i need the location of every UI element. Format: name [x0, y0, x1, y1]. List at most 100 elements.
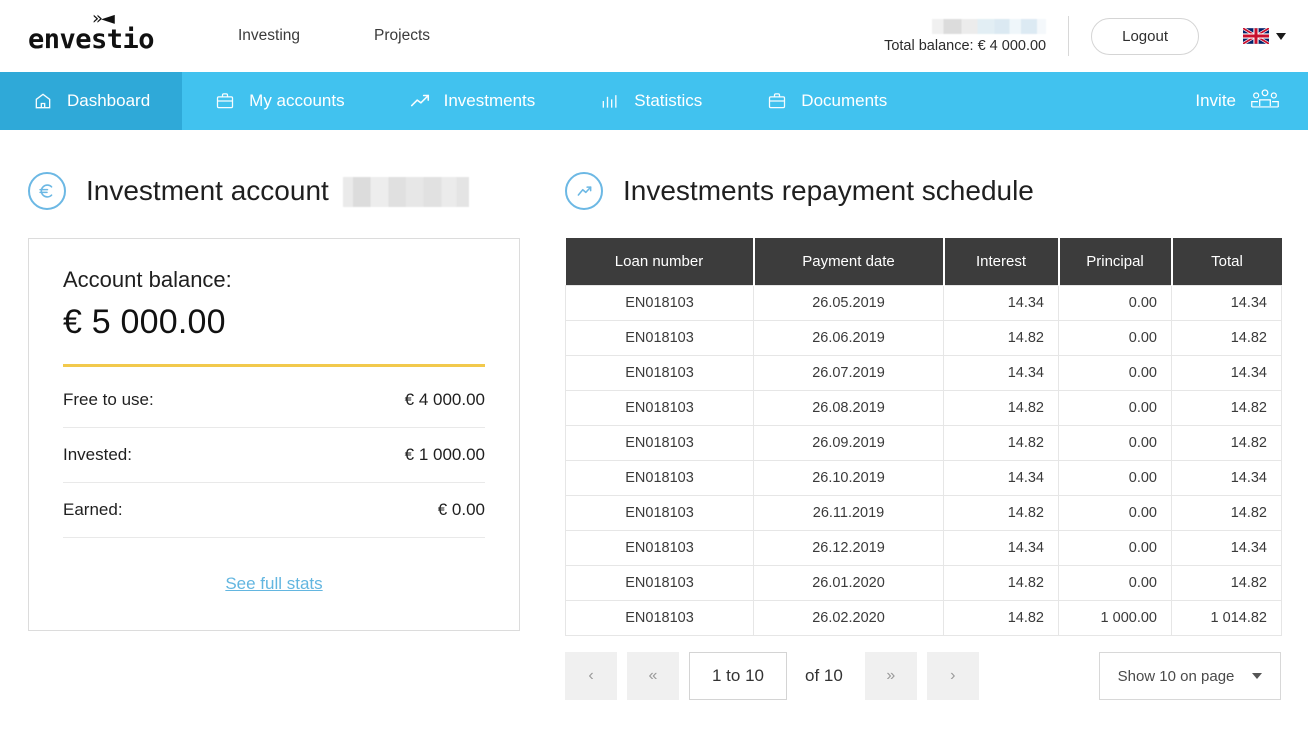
cell-total: 1 014.82 [1171, 600, 1282, 636]
investment-account-header: Investment account [28, 172, 565, 210]
table-body: EN018103 26.05.2019 14.34 0.00 14.34 EN0… [565, 285, 1282, 636]
cell-interest: 14.82 [943, 495, 1059, 531]
cell-total: 14.82 [1171, 425, 1282, 461]
nav-item-documents[interactable]: Documents [734, 72, 919, 130]
top-nav: Investing Projects [238, 27, 430, 45]
table-header: Loan number Payment date Interest Princi… [565, 238, 1282, 286]
account-row-invested: Invested: € 1 000.00 [63, 428, 485, 483]
brand-logo[interactable]: »◄ envestio [28, 8, 178, 64]
cell-loan-number: EN018103 [565, 285, 754, 321]
euro-circle-icon [28, 172, 66, 210]
portfolio-icon [766, 90, 788, 112]
repayment-schedule-column: Investments repayment schedule Loan numb… [565, 130, 1308, 700]
cell-loan-number: EN018103 [565, 390, 754, 426]
nav-item-my-accounts[interactable]: My accounts [182, 72, 376, 130]
account-balance-card: Account balance: € 5 000.00 Free to use:… [28, 238, 520, 631]
cell-loan-number: EN018103 [565, 565, 754, 601]
pagination-last-button[interactable]: » [864, 652, 917, 700]
table-row[interactable]: EN018103 26.07.2019 14.34 0.00 14.34 [565, 355, 1282, 391]
top-nav-item-investing[interactable]: Investing [238, 27, 300, 45]
home-icon [32, 90, 54, 112]
table-row[interactable]: EN018103 26.12.2019 14.34 0.00 14.34 [565, 530, 1282, 566]
cell-principal: 0.00 [1058, 285, 1172, 321]
pagination-first-button[interactable]: « [627, 652, 679, 700]
cell-total: 14.82 [1171, 320, 1282, 356]
top-header-right: Total balance: € 4 000.00 Logout [884, 0, 1308, 72]
cell-payment-date: 26.01.2020 [753, 565, 944, 601]
see-full-stats-link[interactable]: See full stats [225, 574, 322, 593]
total-balance-block: Total balance: € 4 000.00 [884, 10, 1060, 62]
schedule-title: Investments repayment schedule [623, 175, 1034, 206]
column-header-payment-date[interactable]: Payment date [753, 238, 945, 286]
page-title-text: Investment account [86, 174, 329, 206]
cell-principal: 0.00 [1058, 425, 1172, 461]
column-header-principal[interactable]: Principal [1058, 238, 1173, 286]
language-selector[interactable] [1243, 28, 1286, 44]
page-size-select[interactable]: Show 10 on page [1099, 652, 1281, 700]
nav-item-label: Investments [443, 91, 536, 110]
cell-interest: 14.82 [943, 390, 1059, 426]
chevron-down-icon [1276, 32, 1286, 40]
trending-circle-icon [565, 172, 603, 210]
cell-principal: 0.00 [1058, 565, 1172, 601]
row-label: Earned: [63, 500, 123, 519]
logout-button[interactable]: Logout [1091, 17, 1199, 55]
cell-loan-number: EN018103 [565, 530, 754, 566]
cell-interest: 14.82 [943, 600, 1059, 636]
nav-item-dashboard[interactable]: Dashboard [0, 72, 183, 130]
cell-loan-number: EN018103 [565, 355, 754, 391]
nav-item-investments[interactable]: Investments [377, 72, 568, 130]
cell-interest: 14.82 [943, 320, 1059, 356]
cell-loan-number: EN018103 [565, 460, 754, 496]
row-value: € 4 000.00 [404, 390, 485, 409]
cell-payment-date: 26.12.2019 [753, 530, 944, 566]
row-label: Free to use: [63, 390, 154, 409]
table-row[interactable]: EN018103 26.06.2019 14.82 0.00 14.82 [565, 320, 1282, 356]
table-row[interactable]: EN018103 26.09.2019 14.82 0.00 14.82 [565, 425, 1282, 461]
table-row[interactable]: EN018103 26.01.2020 14.82 0.00 14.82 [565, 565, 1282, 601]
table-row[interactable]: EN018103 26.10.2019 14.34 0.00 14.34 [565, 460, 1282, 496]
total-balance-text: Total balance: € 4 000.00 [884, 37, 1047, 54]
row-value: € 0.00 [437, 500, 485, 519]
cell-loan-number: EN018103 [565, 320, 754, 356]
row-value: € 1 000.00 [404, 445, 485, 464]
pagination-range[interactable]: 1 to 10 [689, 652, 787, 700]
main-nav-bar: Dashboard My accounts Investments Statis… [0, 72, 1308, 130]
cell-total: 14.34 [1171, 460, 1282, 496]
briefcase-icon [214, 90, 236, 112]
pagination-prev-button[interactable]: ‹ [565, 652, 617, 700]
top-nav-item-projects[interactable]: Projects [374, 27, 430, 45]
cell-principal: 0.00 [1058, 320, 1172, 356]
investment-account-column: Investment account Account balance: € 5 … [0, 130, 565, 700]
page-body: Investment account Account balance: € 5 … [0, 130, 1308, 700]
table-row[interactable]: EN018103 26.08.2019 14.82 0.00 14.82 [565, 390, 1282, 426]
cell-total: 14.34 [1171, 285, 1282, 321]
cell-payment-date: 26.09.2019 [753, 425, 944, 461]
header-divider [1068, 16, 1070, 56]
column-header-interest[interactable]: Interest [943, 238, 1060, 286]
cell-interest: 14.34 [943, 285, 1059, 321]
uk-flag-icon [1243, 28, 1269, 44]
people-group-icon [1250, 87, 1280, 116]
cell-total: 14.82 [1171, 565, 1282, 601]
table-row[interactable]: EN018103 26.11.2019 14.82 0.00 14.82 [565, 495, 1282, 531]
table-row[interactable]: EN018103 26.02.2020 14.82 1 000.00 1 014… [565, 600, 1282, 636]
cell-payment-date: 26.06.2019 [753, 320, 944, 356]
nav-item-label: Documents [801, 91, 888, 110]
table-row[interactable]: EN018103 26.05.2019 14.34 0.00 14.34 [565, 285, 1282, 321]
nav-item-invite[interactable]: Invite [1195, 72, 1308, 130]
column-header-loan-number[interactable]: Loan number [565, 238, 755, 286]
accent-divider [63, 364, 485, 367]
repayment-schedule-header: Investments repayment schedule [565, 172, 1286, 210]
nav-item-statistics[interactable]: Statistics [567, 72, 734, 130]
cell-interest: 14.34 [943, 355, 1059, 391]
cell-interest: 14.34 [943, 530, 1059, 566]
cell-principal: 0.00 [1058, 390, 1172, 426]
cell-loan-number: EN018103 [565, 600, 754, 636]
cell-loan-number: EN018103 [565, 425, 754, 461]
page-title: Investment account [86, 175, 469, 208]
column-header-total[interactable]: Total [1171, 238, 1282, 286]
pagination-next-button[interactable]: › [926, 652, 979, 700]
cell-payment-date: 26.07.2019 [753, 355, 944, 391]
